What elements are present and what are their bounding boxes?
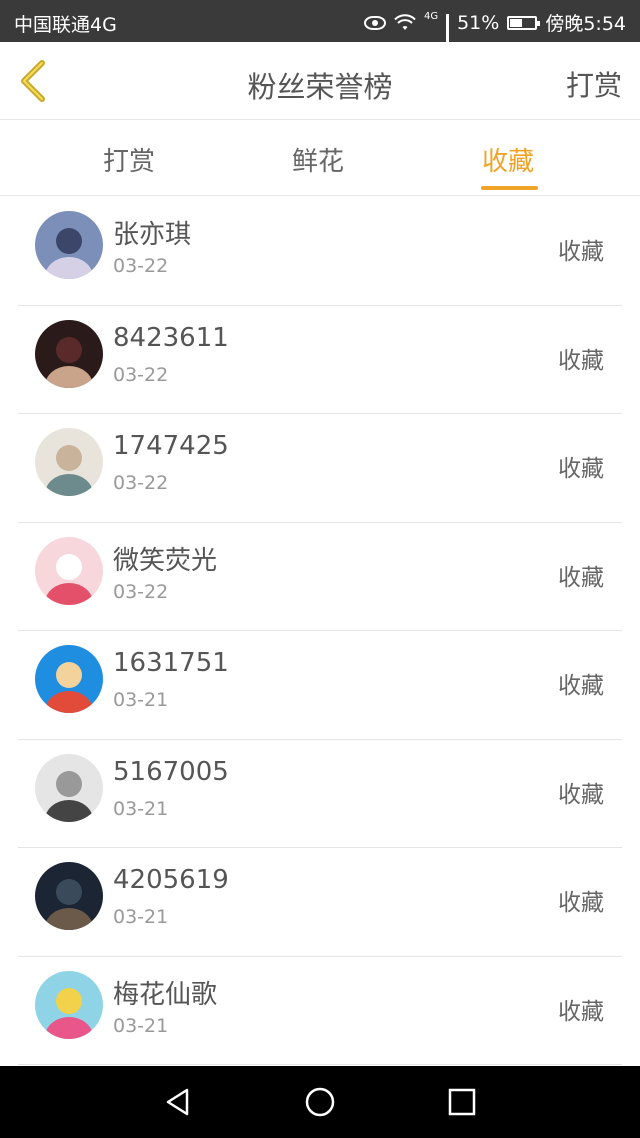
avatar <box>35 536 103 605</box>
avatar <box>35 428 103 496</box>
square-recent-icon[interactable] <box>446 1086 478 1118</box>
user-name: 4205619 <box>113 865 229 895</box>
signal-icon <box>446 13 450 58</box>
user-name: 微笑荧光 <box>113 545 218 576</box>
tab-flowers[interactable]: 鲜花 <box>292 141 344 178</box>
battery-icon <box>507 15 541 30</box>
item-action: 收藏 <box>558 564 604 591</box>
item-date: 03-21 <box>113 1014 169 1037</box>
user-name: 5167005 <box>113 756 229 787</box>
user-name: 8423611 <box>113 322 229 353</box>
item-action: 收藏 <box>558 781 604 808</box>
list-item[interactable]: 5167005 03-21 收藏 <box>18 740 622 848</box>
item-date: 03-21 <box>113 689 169 711</box>
item-date: 03-22 <box>113 472 169 494</box>
tab-bar: 打赏 鲜花 收藏 <box>0 121 640 196</box>
avatar <box>35 211 103 279</box>
item-date: 03-21 <box>113 906 169 928</box>
user-name: 1747425 <box>113 431 229 461</box>
item-action: 收藏 <box>558 456 604 482</box>
item-action: 收藏 <box>558 239 604 265</box>
header-bar: 粉丝荣誉榜 打赏 <box>0 42 640 120</box>
item-date: 03-22 <box>113 580 169 603</box>
avatar <box>35 753 103 822</box>
active-tab-indicator <box>481 186 538 190</box>
avatar <box>35 319 103 388</box>
status-icons: 4G 51% 傍晚5:54 <box>363 9 626 58</box>
battery-percent: 51% <box>457 11 500 34</box>
user-name: 梅花仙歌 <box>113 979 218 1010</box>
status-bar: 中国联通4G 4G 51% 傍晚5:54 <box>0 0 640 58</box>
list-item[interactable]: 梅花仙歌 03-21 收藏 <box>18 957 622 1065</box>
system-nav-bar <box>0 1066 640 1138</box>
avatar <box>35 645 103 713</box>
list-item[interactable]: 微笑荧光 03-22 收藏 <box>18 523 622 631</box>
battery-fill <box>510 18 523 27</box>
clock: 傍晚5:54 <box>545 13 626 35</box>
triangle-back-icon[interactable] <box>162 1086 194 1118</box>
item-date: 03-21 <box>113 797 169 820</box>
item-action: 收藏 <box>558 998 604 1025</box>
wifi-icon <box>394 13 416 32</box>
list-item[interactable]: 4205619 03-21 收藏 <box>18 848 622 957</box>
list-item[interactable]: 1747425 03-22 收藏 <box>18 414 622 523</box>
reward-button[interactable]: 打赏 <box>566 64 622 104</box>
list-item[interactable]: 8423611 03-22 收藏 <box>18 306 622 414</box>
circle-home-icon[interactable] <box>304 1086 336 1118</box>
item-date: 03-22 <box>113 255 169 277</box>
avatar <box>35 970 103 1039</box>
carrier-label: 中国联通4G <box>14 14 117 36</box>
tab-favorites[interactable]: 收藏 <box>482 141 534 178</box>
user-name: 1631751 <box>113 648 229 678</box>
fan-list: 张亦琪 03-22 收藏 8423611 03-22 收藏 1747425 03… <box>0 197 640 1065</box>
avatar <box>35 862 103 930</box>
item-action: 收藏 <box>558 890 604 916</box>
user-name: 张亦琪 <box>113 220 192 250</box>
eye-comfort-icon <box>363 15 386 30</box>
item-action: 收藏 <box>558 673 604 699</box>
tab-reward[interactable]: 打赏 <box>103 141 155 178</box>
item-date: 03-22 <box>113 363 169 386</box>
item-action: 收藏 <box>558 347 604 374</box>
list-item[interactable]: 1631751 03-21 收藏 <box>18 631 622 740</box>
page-title: 粉丝荣誉榜 <box>247 70 393 104</box>
network-tag: 4G <box>423 11 439 22</box>
list-item[interactable]: 张亦琪 03-22 收藏 <box>18 197 622 306</box>
